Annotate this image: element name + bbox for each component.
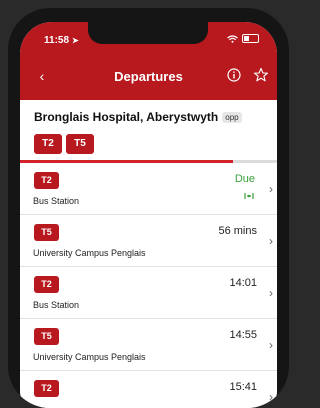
stop-code-badge: opp: [222, 111, 242, 123]
departure-row[interactable]: T2 Bus Station Due ›: [20, 163, 277, 215]
departures-list: T2 Bus Station Due › T5 University Campu…: [20, 163, 277, 408]
nav-bar: ‹ Departures: [20, 54, 277, 100]
departure-row[interactable]: T5 University Campus Penglais 14:55 ›: [20, 319, 277, 371]
route-chip-t2[interactable]: T2: [34, 134, 62, 154]
location-arrow-icon: ➤: [72, 36, 79, 45]
route-badge: T2: [34, 172, 59, 189]
departure-destination: University Campus Penglais: [33, 352, 146, 362]
stop-name: Bronglais Hospital, Aberystwyth: [34, 110, 219, 124]
live-tracking-icon: [244, 193, 254, 199]
status-time: 11:58 ➤: [44, 35, 79, 46]
stop-header: Bronglais Hospital, Aberystwyth opp T2 T…: [20, 100, 277, 160]
departure-row[interactable]: T5 University Campus Penglais 56 mins ›: [20, 215, 277, 267]
departure-destination: Bus Station: [33, 196, 80, 206]
route-badge: T5: [34, 224, 59, 241]
route-badge: T2: [34, 380, 59, 397]
departure-time: 14:01: [229, 277, 257, 289]
chevron-right-icon: ›: [269, 338, 273, 352]
stop-title-row: Bronglais Hospital, Aberystwyth opp: [34, 110, 242, 124]
departure-time: Due: [234, 173, 255, 185]
app-screen: 11:58 ➤ ‹ Departures Bronglais Hospital,…: [20, 22, 277, 408]
route-badge: T2: [34, 276, 59, 293]
departure-row[interactable]: T2 Bus Station 14:01 ›: [20, 267, 277, 319]
route-chips: T2 T5: [34, 134, 94, 154]
departure-destination: Bus Station: [33, 300, 80, 310]
departure-time: 56 mins: [218, 225, 257, 237]
departure-time: 14:55: [229, 329, 257, 341]
route-chip-t5[interactable]: T5: [66, 134, 94, 154]
chevron-right-icon: ›: [269, 390, 273, 404]
chevron-right-icon: ›: [269, 234, 273, 248]
departure-time: 15:41: [229, 381, 257, 393]
status-bar: 11:58 ➤: [20, 22, 277, 54]
wifi-icon: [227, 34, 238, 43]
departure-destination: University Campus Penglais: [33, 248, 146, 258]
battery-icon: [242, 34, 259, 43]
notch: [88, 22, 208, 44]
route-badge: T5: [34, 328, 59, 345]
departure-row[interactable]: T2 15:41 ›: [20, 371, 277, 408]
chevron-right-icon: ›: [269, 182, 273, 196]
phone-frame: 11:58 ➤ ‹ Departures Bronglais Hospital,…: [8, 8, 289, 408]
status-icons: [227, 34, 259, 43]
info-icon[interactable]: [227, 68, 241, 82]
chevron-right-icon: ›: [269, 286, 273, 300]
status-time-text: 11:58: [44, 35, 70, 46]
star-icon[interactable]: [253, 67, 269, 83]
